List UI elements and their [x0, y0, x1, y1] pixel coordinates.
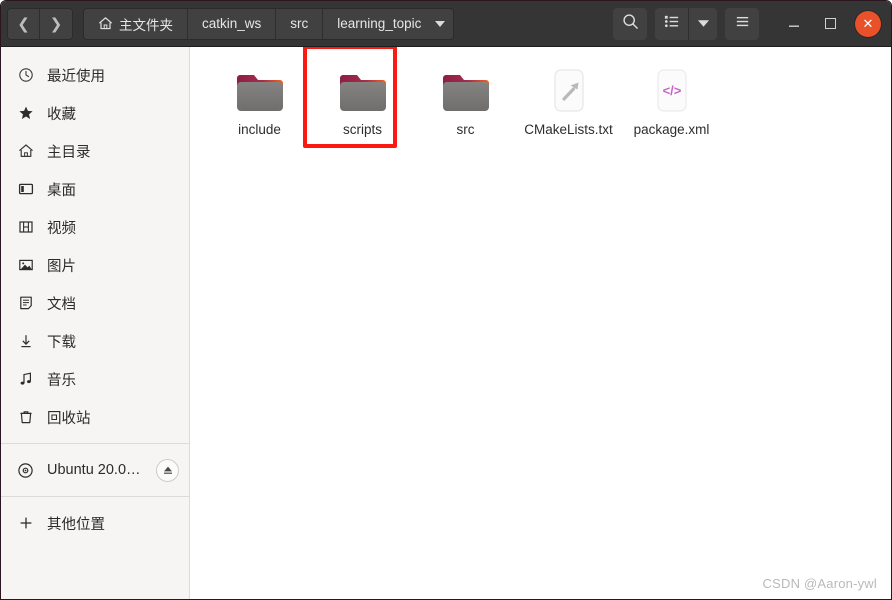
home-icon — [98, 16, 113, 31]
code-xml-file-icon: </> — [644, 67, 700, 115]
main-menu-button[interactable] — [725, 7, 759, 40]
sidebar-item-label: 文档 — [47, 296, 76, 313]
watermark: CSDN @Aaron-ywl — [762, 576, 877, 591]
download-icon — [17, 333, 34, 350]
plus-icon — [17, 515, 34, 532]
file-item-label: src — [456, 122, 475, 137]
view-options-dropdown[interactable] — [689, 7, 717, 40]
sidebar-item-recent[interactable]: 最近使用 — [1, 56, 189, 94]
close-button[interactable]: ✕ — [855, 10, 881, 37]
breadcrumb: 主文件夹 catkin_ws src learning_topic — [83, 7, 455, 40]
file-item-include[interactable]: include — [208, 61, 311, 142]
search-button[interactable] — [613, 7, 647, 40]
breadcrumb-item-src[interactable]: src — [276, 8, 324, 39]
sidebar-item-label: Ubuntu 20.0… — [47, 462, 141, 478]
trash-icon — [17, 409, 34, 426]
sidebar-item-trash[interactable]: 回收站 — [1, 398, 189, 436]
eject-button[interactable] — [156, 458, 179, 482]
maximize-icon — [824, 18, 836, 29]
sidebar-item-label: 桌面 — [47, 182, 76, 199]
sidebar-item-pictures[interactable]: 图片 — [1, 246, 189, 284]
window-body: 最近使用 收藏 主目录 桌面 视频 图片 文档 下载 音乐 回收站 Ubuntu… — [1, 47, 891, 599]
folder-icon — [232, 67, 288, 115]
sidebar-item-label: 音乐 — [47, 372, 76, 389]
list-view-icon — [663, 13, 680, 35]
file-item-label: package.xml — [633, 122, 710, 137]
close-icon: ✕ — [862, 15, 874, 31]
chevron-left-icon: ❮ — [17, 15, 30, 33]
file-grid: include scripts src CMakeLists.txt </> p… — [208, 61, 873, 142]
star-icon — [17, 105, 34, 122]
breadcrumb-label: catkin_ws — [202, 16, 262, 31]
folder-icon — [335, 67, 391, 115]
breadcrumb-label: 主文件夹 — [119, 17, 173, 33]
sidebar-divider-1 — [1, 443, 189, 444]
file-item-label: include — [238, 122, 281, 137]
sidebar-item-label: 收藏 — [47, 106, 76, 123]
file-item-src[interactable]: src — [414, 61, 517, 142]
hammer-build-file-icon — [541, 67, 597, 115]
document-icon — [17, 295, 34, 312]
sidebar-item-label: 回收站 — [47, 410, 91, 427]
home-icon — [17, 143, 34, 160]
sidebar-divider-2 — [1, 496, 189, 497]
sidebar-item-other-locations[interactable]: 其他位置 — [1, 504, 189, 542]
breadcrumb-label: src — [290, 16, 309, 31]
minimize-button[interactable] — [783, 13, 805, 35]
music-icon — [17, 371, 34, 388]
sidebar-item-home[interactable]: 主目录 — [1, 132, 189, 170]
forward-button[interactable]: ❯ — [40, 8, 72, 39]
sidebar-item-label: 视频 — [47, 220, 76, 237]
sidebar: 最近使用 收藏 主目录 桌面 视频 图片 文档 下载 音乐 回收站 Ubuntu… — [1, 47, 190, 599]
maximize-button[interactable] — [819, 13, 841, 35]
sidebar-item-music[interactable]: 音乐 — [1, 360, 189, 398]
breadcrumb-label: learning_topic — [337, 16, 422, 31]
file-grid-area[interactable]: include scripts src CMakeLists.txt </> p… — [190, 47, 891, 599]
sidebar-item-downloads[interactable]: 下载 — [1, 322, 189, 360]
eject-icon — [163, 466, 172, 474]
file-item-label: CMakeLists.txt — [524, 122, 613, 137]
sidebar-item-label: 其他位置 — [47, 516, 105, 533]
file-item-cmakelists[interactable]: CMakeLists.txt — [517, 61, 620, 142]
sidebar-item-label: 主目录 — [47, 144, 91, 161]
file-item-package-xml[interactable]: </> package.xml — [620, 61, 723, 142]
sidebar-item-ubuntu-drive[interactable]: Ubuntu 20.0… — [1, 451, 189, 489]
navigation-button-group: ❮ ❯ — [7, 7, 73, 40]
sidebar-item-documents[interactable]: 文档 — [1, 284, 189, 322]
breadcrumb-item-learning-topic[interactable]: learning_topic — [323, 8, 454, 39]
sidebar-item-starred[interactable]: 收藏 — [1, 94, 189, 132]
sidebar-item-desktop[interactable]: 桌面 — [1, 170, 189, 208]
disc-icon — [17, 462, 34, 479]
clock-icon — [17, 67, 34, 84]
breadcrumb-item-catkin-ws[interactable]: catkin_ws — [188, 8, 277, 39]
chevron-down-icon[interactable] — [435, 20, 446, 27]
sidebar-item-label: 最近使用 — [47, 68, 105, 85]
chevron-right-icon: ❯ — [49, 15, 63, 33]
file-item-label: scripts — [342, 122, 382, 137]
search-icon — [622, 13, 639, 35]
video-icon — [17, 219, 34, 236]
back-button[interactable]: ❮ — [8, 8, 40, 39]
minimize-icon — [789, 25, 799, 27]
sidebar-item-label: 图片 — [47, 258, 76, 275]
breadcrumb-item-home[interactable]: 主文件夹 — [84, 8, 188, 39]
sidebar-item-label: 下载 — [47, 334, 76, 351]
image-icon — [17, 257, 34, 274]
view-mode-group — [655, 7, 717, 40]
desktop-icon — [17, 181, 34, 198]
file-item-scripts[interactable]: scripts — [311, 61, 414, 142]
window-controls: ✕ — [783, 10, 881, 37]
view-list-button[interactable] — [655, 7, 689, 40]
sidebar-item-videos[interactable]: 视频 — [1, 208, 189, 246]
svg-text:</>: </> — [662, 83, 681, 98]
folder-icon — [438, 67, 494, 115]
header-actions: ✕ — [613, 7, 885, 40]
hamburger-menu-icon — [734, 13, 751, 35]
chevron-down-icon — [697, 15, 710, 33]
file-manager-window: ❮ ❯ 主文件夹 catkin_ws src learning_topic ✕ … — [0, 0, 892, 600]
header-bar: ❮ ❯ 主文件夹 catkin_ws src learning_topic ✕ — [1, 1, 891, 47]
